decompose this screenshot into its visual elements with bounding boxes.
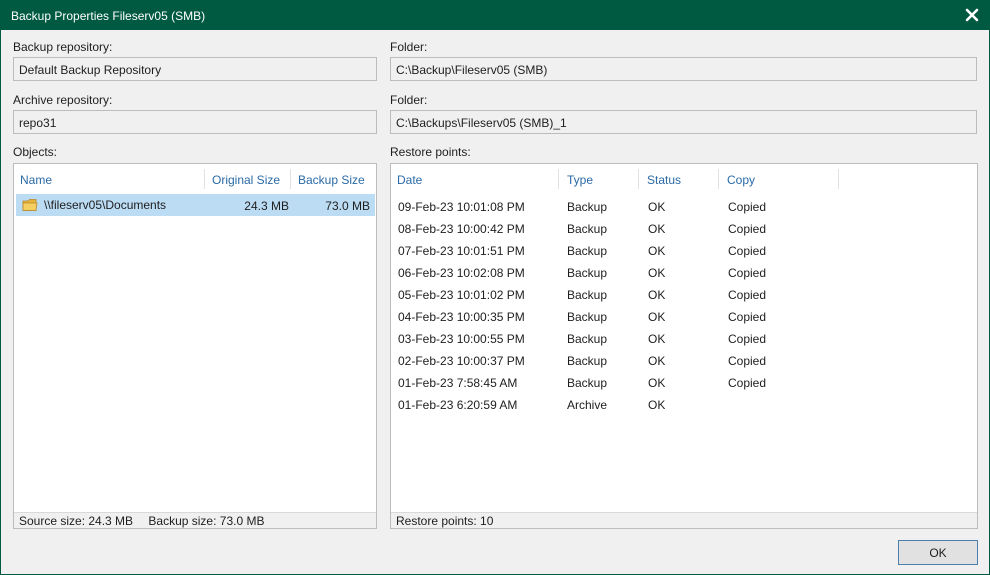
restore-point-type: Backup bbox=[567, 332, 608, 346]
restore-point-copy: Copied bbox=[728, 222, 767, 236]
backup-repository-field: Default Backup Repository bbox=[13, 57, 377, 81]
restore-point-status: OK bbox=[648, 354, 666, 368]
restore-point-copy: Copied bbox=[728, 288, 767, 302]
restore-point-status: OK bbox=[648, 288, 666, 302]
column-header-date[interactable]: Date bbox=[391, 164, 422, 192]
table-row[interactable]: 02-Feb-23 10:00:37 PM Backup OK Copied bbox=[391, 349, 976, 371]
restore-point-date: 06-Feb-23 10:02:08 PM bbox=[398, 266, 525, 280]
restore-point-copy: Copied bbox=[728, 200, 767, 214]
archive-repository-label: Archive repository: bbox=[13, 93, 113, 107]
table-row[interactable]: 01-Feb-23 7:58:45 AM Backup OK Copied bbox=[391, 371, 976, 393]
restore-point-date: 01-Feb-23 6:20:59 AM bbox=[398, 398, 518, 412]
object-original-size: 24.3 MB bbox=[244, 199, 289, 213]
restore-point-type: Backup bbox=[567, 310, 608, 324]
restore-point-date: 07-Feb-23 10:01:51 PM bbox=[398, 244, 525, 258]
restore-point-status: OK bbox=[648, 376, 666, 390]
column-separator bbox=[204, 169, 205, 189]
backup-folder-label: Folder: bbox=[390, 40, 428, 54]
restore-point-copy: Copied bbox=[728, 354, 767, 368]
backup-folder-field: C:\Backup\Fileserv05 (SMB) bbox=[390, 57, 977, 81]
objects-footer: Source size: 24.3 MB Backup size: 73.0 M… bbox=[14, 512, 376, 528]
restore-point-type: Backup bbox=[567, 288, 608, 302]
restore-point-date: 02-Feb-23 10:00:37 PM bbox=[398, 354, 525, 368]
table-row[interactable]: 08-Feb-23 10:00:42 PM Backup OK Copied bbox=[391, 217, 976, 239]
restore-point-date: 09-Feb-23 10:01:08 PM bbox=[398, 200, 525, 214]
title-bar: Backup Properties Fileserv05 (SMB) bbox=[1, 1, 989, 30]
column-separator bbox=[290, 169, 291, 189]
column-separator bbox=[558, 169, 559, 189]
restore-points-list[interactable]: Date Type Status Copy 09-Feb-23 10:01:08… bbox=[390, 163, 978, 529]
table-row[interactable]: 07-Feb-23 10:01:51 PM Backup OK Copied bbox=[391, 239, 976, 261]
restore-point-copy: Copied bbox=[728, 244, 767, 258]
table-row[interactable]: \\fileserv05\Documents 24.3 MB 73.0 MB bbox=[16, 194, 375, 216]
source-size: Source size: 24.3 MB bbox=[19, 514, 134, 528]
object-name: \\fileserv05\Documents bbox=[44, 198, 167, 212]
restore-point-status: OK bbox=[648, 222, 666, 236]
restore-point-type: Backup bbox=[567, 200, 608, 214]
object-backup-size: 73.0 MB bbox=[325, 199, 370, 213]
restore-point-status: OK bbox=[648, 200, 666, 214]
restore-point-date: 04-Feb-23 10:00:35 PM bbox=[398, 310, 525, 324]
archive-repository-field: repo31 bbox=[13, 110, 377, 134]
archive-folder-field: C:\Backups\Fileserv05 (SMB)_1 bbox=[390, 110, 977, 134]
restore-point-status: OK bbox=[648, 244, 666, 258]
objects-label: Objects: bbox=[13, 145, 58, 159]
folder-icon bbox=[22, 199, 38, 211]
restore-points-footer: Restore points: 10 bbox=[391, 512, 977, 528]
restore-point-status: OK bbox=[648, 266, 666, 280]
table-row[interactable]: 03-Feb-23 10:00:55 PM Backup OK Copied bbox=[391, 327, 976, 349]
restore-points-label: Restore points: bbox=[390, 145, 471, 159]
restore-point-copy: Copied bbox=[728, 332, 767, 346]
table-row[interactable]: 06-Feb-23 10:02:08 PM Backup OK Copied bbox=[391, 261, 976, 283]
backup-properties-dialog: Backup Properties Fileserv05 (SMB) Backu… bbox=[0, 0, 990, 575]
restore-point-date: 01-Feb-23 7:58:45 AM bbox=[398, 376, 518, 390]
window-title: Backup Properties Fileserv05 (SMB) bbox=[11, 9, 206, 23]
table-row[interactable]: 09-Feb-23 10:01:08 PM Backup OK Copied bbox=[391, 195, 976, 217]
backup-repository-label: Backup repository: bbox=[13, 40, 113, 54]
restore-point-type: Backup bbox=[567, 376, 608, 390]
restore-point-type: Backup bbox=[567, 244, 608, 258]
close-icon[interactable] bbox=[963, 6, 981, 24]
backup-size: Backup size: 73.0 MB bbox=[148, 514, 265, 528]
column-separator bbox=[638, 169, 639, 189]
restore-point-type: Backup bbox=[567, 266, 608, 280]
restore-point-type: Archive bbox=[567, 398, 608, 412]
objects-list[interactable]: Name Original Size Backup Size \\fileser… bbox=[13, 163, 377, 529]
column-header-backup-size[interactable]: Backup Size bbox=[292, 164, 365, 192]
column-header-status[interactable]: Status bbox=[641, 164, 681, 192]
restore-point-copy: Copied bbox=[728, 266, 767, 280]
restore-point-status: OK bbox=[648, 332, 666, 346]
restore-point-date: 05-Feb-23 10:01:02 PM bbox=[398, 288, 525, 302]
column-header-name[interactable]: Name bbox=[14, 164, 52, 192]
restore-point-date: 03-Feb-23 10:00:55 PM bbox=[398, 332, 525, 346]
table-row[interactable]: 01-Feb-23 6:20:59 AM Archive OK bbox=[391, 393, 976, 415]
restore-point-copy: Copied bbox=[728, 376, 767, 390]
column-separator bbox=[718, 169, 719, 189]
restore-point-type: Backup bbox=[567, 222, 608, 236]
restore-point-status: OK bbox=[648, 310, 666, 324]
archive-folder-label: Folder: bbox=[390, 93, 428, 107]
column-header-original-size[interactable]: Original Size bbox=[206, 164, 280, 192]
restore-point-status: OK bbox=[648, 398, 666, 412]
restore-point-date: 08-Feb-23 10:00:42 PM bbox=[398, 222, 525, 236]
table-row[interactable]: 04-Feb-23 10:00:35 PM Backup OK Copied bbox=[391, 305, 976, 327]
column-header-copy[interactable]: Copy bbox=[721, 164, 755, 192]
column-header-type[interactable]: Type bbox=[561, 164, 593, 192]
restore-point-copy: Copied bbox=[728, 310, 767, 324]
restore-point-type: Backup bbox=[567, 354, 608, 368]
table-row[interactable]: 05-Feb-23 10:01:02 PM Backup OK Copied bbox=[391, 283, 976, 305]
ok-button[interactable]: OK bbox=[898, 540, 978, 565]
column-separator bbox=[838, 169, 839, 189]
